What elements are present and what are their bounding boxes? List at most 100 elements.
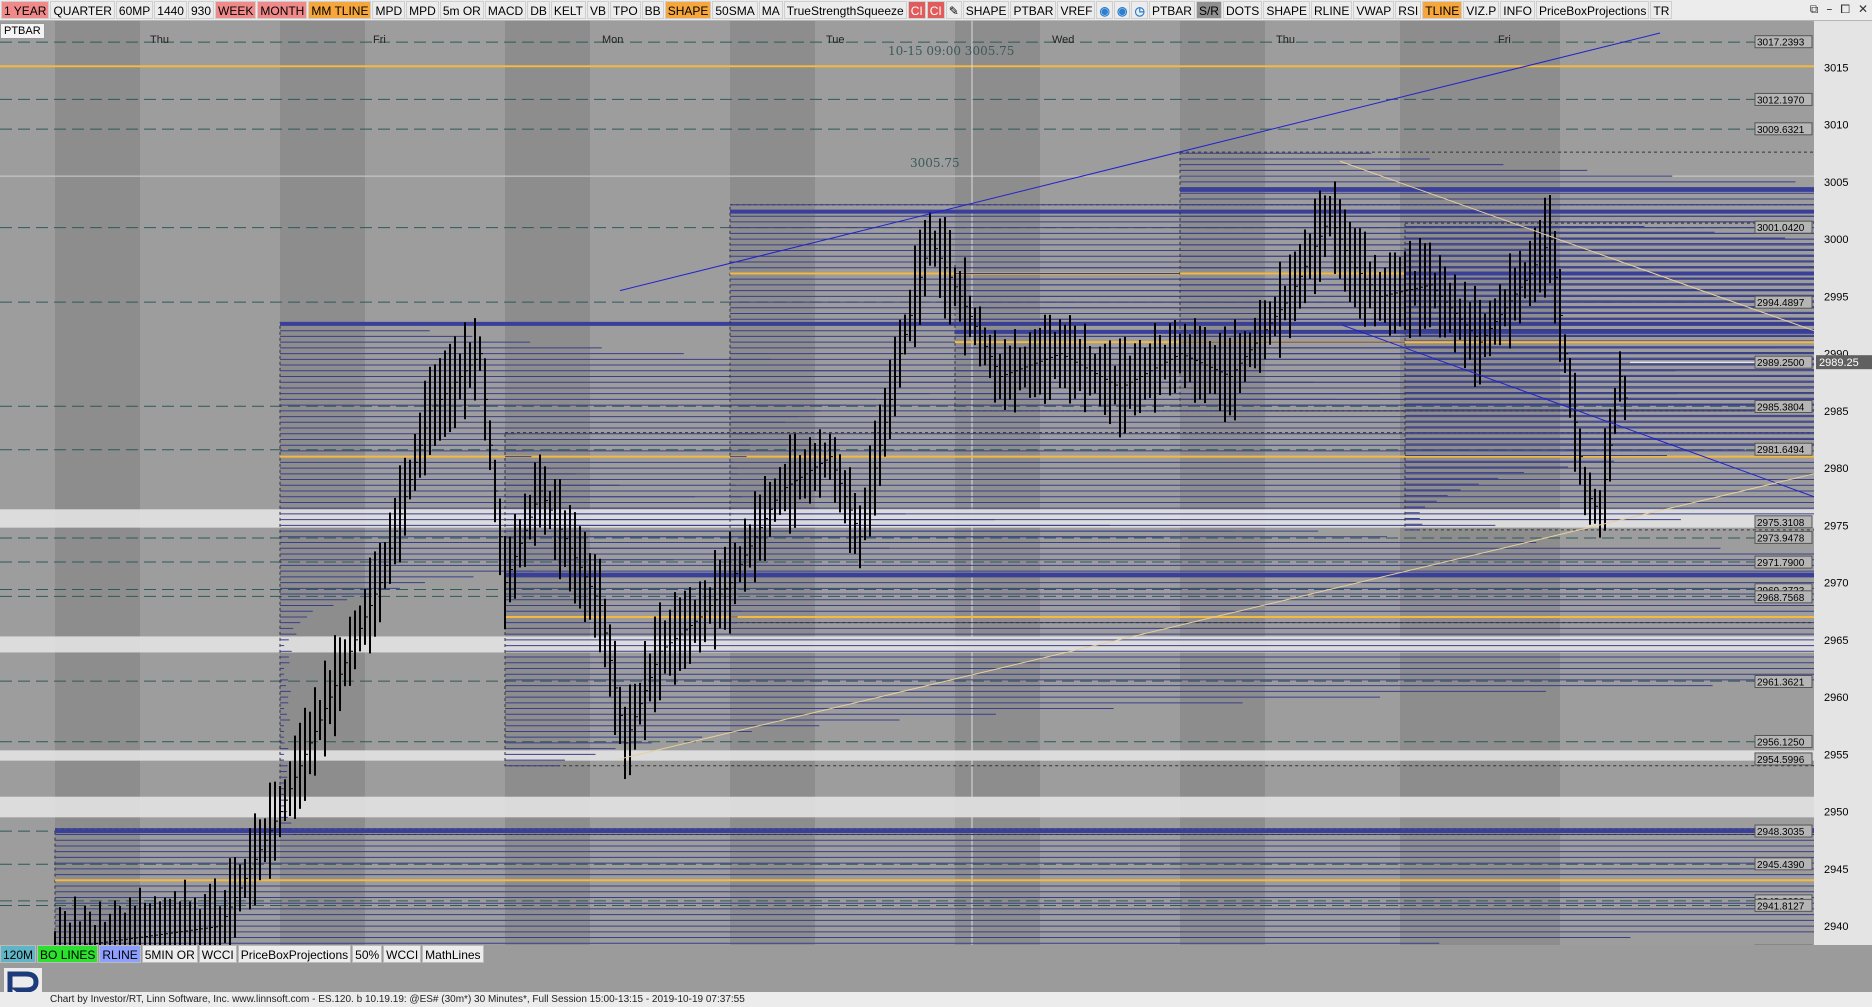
bottom-button-8[interactable]: MathLines: [422, 945, 483, 963]
level-tag: 3017.2393: [1757, 38, 1805, 49]
level-tag: 2981.6494: [1757, 445, 1805, 456]
toolbar-button-33[interactable]: SHAPE: [1263, 1, 1310, 19]
level-tag: 2961.3621: [1757, 678, 1805, 689]
window-controls: ⧉ – ⧠ ✕: [1810, 2, 1868, 17]
level-tag: 2941.8127: [1757, 901, 1805, 912]
day-label: Fri: [1498, 34, 1511, 46]
price-axis-label: 2995: [1824, 291, 1848, 303]
toolbar-button-9[interactable]: MPD: [406, 1, 439, 19]
toolbar-button-37[interactable]: TLINE: [1422, 1, 1462, 19]
toolbar-button-25[interactable]: PTBAR: [1010, 1, 1056, 19]
toolbar-button-3[interactable]: 1440: [154, 1, 187, 19]
minimize-icon[interactable]: –: [1826, 2, 1832, 17]
level-band: [0, 636, 1814, 652]
toolbar-button-18[interactable]: 50SMA: [712, 1, 757, 19]
toolbar-button-2[interactable]: 60MP: [116, 1, 153, 19]
toolbar-button-36[interactable]: RSI: [1395, 1, 1421, 19]
toolbar-button-32[interactable]: DOTS: [1223, 1, 1262, 19]
bottom-button-7[interactable]: WCCI: [383, 945, 421, 963]
price-axis-label: 2965: [1824, 635, 1848, 647]
toolbar-button-28[interactable]: ◉: [1114, 1, 1130, 19]
level-tag: 3012.1970: [1757, 95, 1805, 106]
toolbar-button-29[interactable]: ◷: [1131, 1, 1147, 19]
price-chart[interactable]: 3015301030053000299529902985298029752970…: [0, 21, 1872, 945]
level-tag: 2989.2500: [1757, 358, 1805, 369]
toolbar-button-5[interactable]: WEEK: [215, 1, 256, 19]
annotation-top: 10-15 09:00 3005.75: [888, 44, 1014, 58]
restore-icon[interactable]: ⧉: [1810, 2, 1819, 17]
level-tag: 2968.7568: [1757, 593, 1805, 604]
toolbar-button-12[interactable]: DB: [527, 1, 550, 19]
price-axis-label: 2955: [1824, 749, 1848, 761]
level-tag: 2948.3035: [1757, 827, 1805, 838]
toolbar-button-15[interactable]: TPO: [610, 1, 641, 19]
price-axis-label: 2975: [1824, 520, 1848, 532]
toolbar-button-4[interactable]: 930: [188, 1, 214, 19]
level-tag: 2975.3108: [1757, 518, 1805, 529]
toolbar-button-26[interactable]: VREF: [1057, 1, 1095, 19]
bottom-toolbar: 120M BO LINES RLINE 5MIN OR WCCI PriceBoxProj…: [0, 944, 485, 964]
toolbar-button-10[interactable]: 5m OR: [440, 1, 484, 19]
toolbar-button-16[interactable]: BB: [642, 1, 664, 19]
toolbar-button-34[interactable]: RLINE: [1311, 1, 1352, 19]
price-axis-label: 2970: [1824, 578, 1848, 590]
toolbar-button-11[interactable]: MACD: [485, 1, 526, 19]
toolbar-button-30[interactable]: PTBAR: [1149, 1, 1195, 19]
price-axis-label: 2940: [1824, 921, 1848, 933]
bottom-button-6[interactable]: 50%: [352, 945, 382, 963]
level-band: [0, 750, 1814, 760]
day-label: Wed: [1052, 34, 1074, 46]
level-tag: 2945.4390: [1757, 860, 1805, 871]
bottom-button-5[interactable]: PriceBoxProjections: [238, 945, 351, 963]
toolbar-button-22[interactable]: CI: [927, 1, 945, 19]
toolbar-button-8[interactable]: MPD: [372, 1, 405, 19]
level-tag: 2956.1250: [1757, 737, 1805, 748]
day-label: Mon: [602, 34, 623, 46]
toolbar-button-27[interactable]: ◉: [1096, 1, 1112, 19]
price-axis-label: 3010: [1824, 120, 1848, 132]
toolbar-button-20[interactable]: TrueStrengthSqueeze: [784, 1, 907, 19]
bottom-button-1[interactable]: BO LINES: [37, 945, 98, 963]
toolbar-button-23[interactable]: ✎: [946, 1, 962, 19]
price-axis-label: 2980: [1824, 463, 1848, 475]
bottom-button-3[interactable]: 5MIN OR: [142, 945, 198, 963]
bottom-button-0[interactable]: 120M: [0, 945, 36, 963]
toolbar-button-39[interactable]: INFO: [1500, 1, 1535, 19]
toolbar-button-17[interactable]: SHAPE: [665, 1, 712, 19]
toolbar-button-21[interactable]: CI: [908, 1, 926, 19]
day-label: Fri: [373, 34, 386, 46]
day-label: Tue: [826, 34, 845, 46]
bottom-button-4[interactable]: WCCI: [199, 945, 237, 963]
price-axis-label: 3005: [1824, 177, 1848, 189]
maximize-icon[interactable]: ⧠: [1840, 2, 1850, 17]
top-toolbar: 1 YEAR QUARTER 60MP 1440 930 WEEK MONTH MM TLIN…: [0, 0, 1872, 21]
bottom-button-2[interactable]: RLINE: [99, 945, 140, 963]
level-tag: 2971.7900: [1757, 558, 1805, 569]
level-tag: 3001.0420: [1757, 223, 1805, 234]
toolbar-button-0[interactable]: 1 YEAR: [1, 1, 49, 19]
annotation-mid: 3005.75: [910, 156, 960, 170]
toolbar-button-31[interactable]: S/R: [1196, 1, 1222, 19]
toolbar-button-41[interactable]: TR: [1650, 1, 1672, 19]
toolbar-button-40[interactable]: PriceBoxProjections: [1536, 1, 1649, 19]
toolbar-button-13[interactable]: KELT: [551, 1, 586, 19]
price-axis-label: 2985: [1824, 406, 1848, 418]
toolbar-button-35[interactable]: VWAP: [1353, 1, 1394, 19]
close-icon[interactable]: ✕: [1858, 2, 1868, 17]
level-tag: 3009.6321: [1757, 125, 1805, 136]
price-axis-label: 2945: [1824, 864, 1848, 876]
toolbar-button-19[interactable]: MA: [759, 1, 783, 19]
price-axis-label: 3015: [1824, 62, 1848, 74]
toolbar-button-38[interactable]: VIZ.P: [1463, 1, 1499, 19]
toolbar-button-1[interactable]: QUARTER: [50, 1, 114, 19]
toolbar-button-6[interactable]: MONTH: [257, 1, 307, 19]
toolbar-button-7[interactable]: MM TLINE: [308, 1, 371, 19]
price-axis-label: 2950: [1824, 807, 1848, 819]
toolbar-button-24[interactable]: SHAPE: [963, 1, 1010, 19]
day-label: Thu: [1276, 34, 1295, 46]
level-tag: 2994.4897: [1757, 298, 1805, 309]
last-price-tag: 2989.25: [1819, 357, 1859, 369]
day-label: Thu: [150, 34, 169, 46]
toolbar-button-14[interactable]: VB: [587, 1, 609, 19]
price-axis-label: 2960: [1824, 692, 1848, 704]
